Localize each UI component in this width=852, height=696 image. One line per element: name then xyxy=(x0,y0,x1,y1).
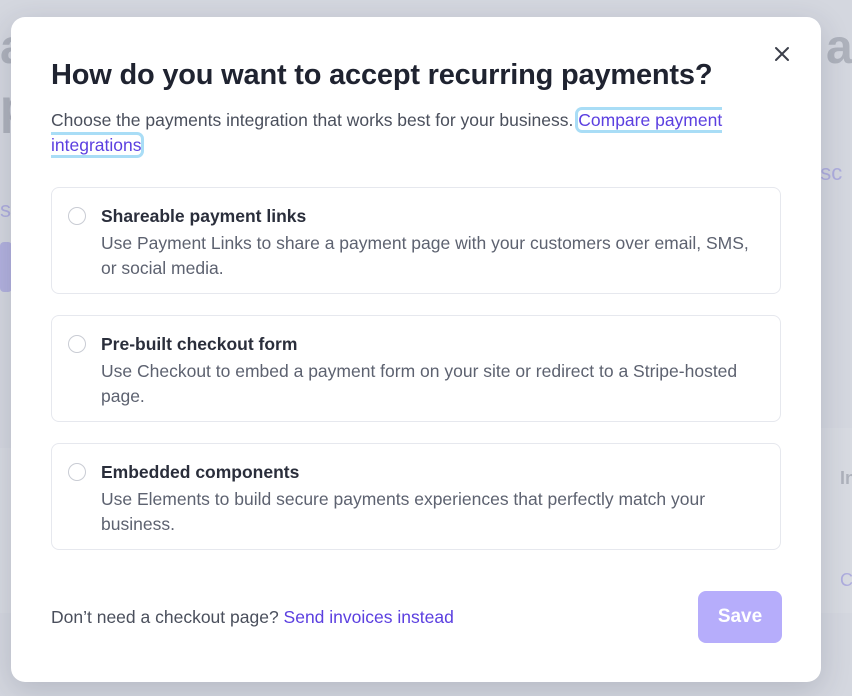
option-description: Use Payment Links to share a payment pag… xyxy=(101,233,749,278)
footer-text: Don’t need a checkout page? Send invoice… xyxy=(51,607,454,628)
radio-button[interactable] xyxy=(68,335,86,353)
integration-options: Shareable payment links Use Payment Link… xyxy=(51,187,781,571)
option-payment-links[interactable]: Shareable payment links Use Payment Link… xyxy=(51,187,781,294)
close-icon xyxy=(775,47,789,61)
option-description: Use Elements to build secure payments ex… xyxy=(101,489,706,534)
option-title: Shareable payment links xyxy=(101,206,307,226)
modal-description: Choose the payments integration that wor… xyxy=(51,108,751,158)
close-button[interactable] xyxy=(771,43,793,65)
option-checkout-form[interactable]: Pre-built checkout form Use Checkout to … xyxy=(51,315,781,422)
modal-description-text: Choose the payments integration that wor… xyxy=(51,110,574,130)
option-title: Embedded components xyxy=(101,462,300,482)
save-button[interactable]: Save xyxy=(698,591,782,643)
footer-question: Don’t need a checkout page? xyxy=(51,607,279,627)
option-description: Use Checkout to embed a payment form on … xyxy=(101,361,738,406)
send-invoices-link[interactable]: Send invoices instead xyxy=(284,607,454,627)
modal-title: How do you want to accept recurring paym… xyxy=(51,59,713,91)
option-title: Pre-built checkout form xyxy=(101,334,298,354)
option-embedded-components[interactable]: Embedded components Use Elements to buil… xyxy=(51,443,781,550)
radio-button[interactable] xyxy=(68,463,86,481)
radio-button[interactable] xyxy=(68,207,86,225)
payments-integration-modal: How do you want to accept recurring paym… xyxy=(11,17,821,682)
